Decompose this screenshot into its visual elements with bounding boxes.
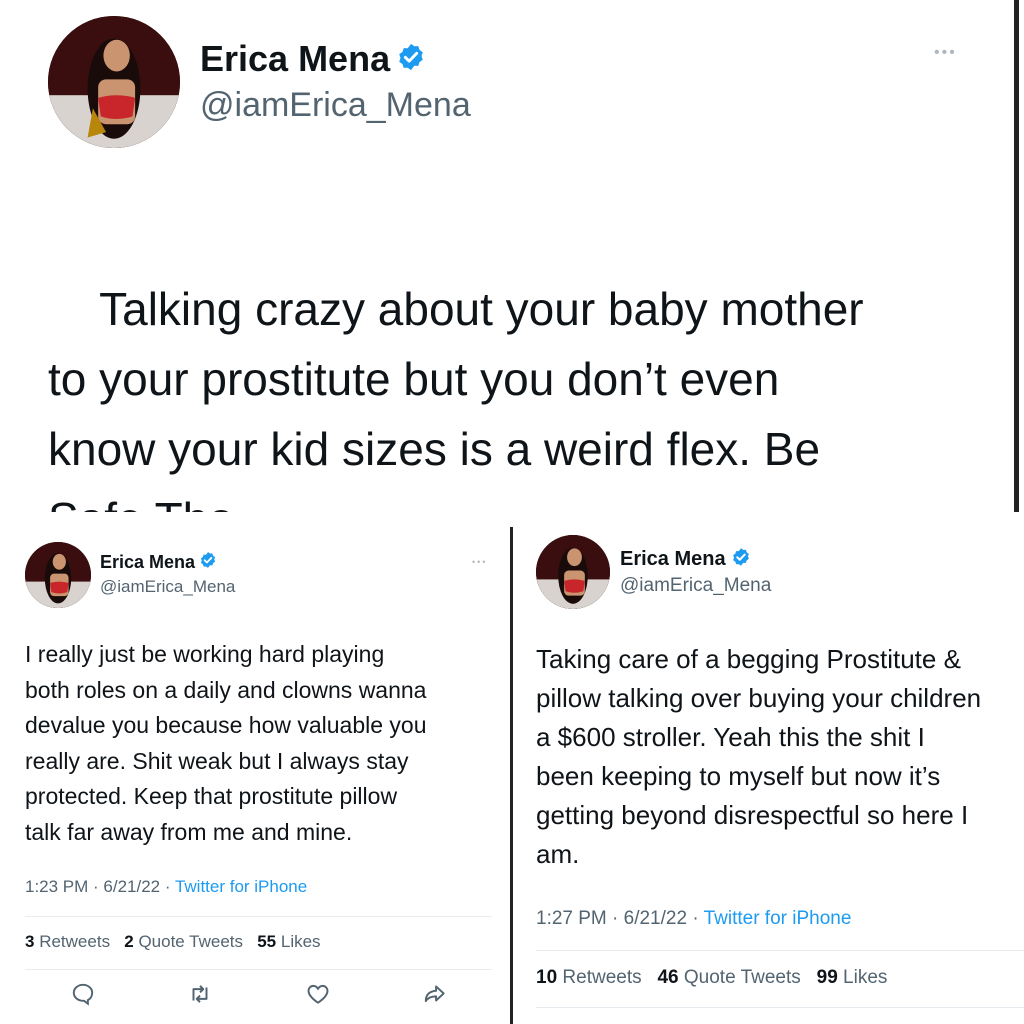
tweet-text: I really just be working hard playing bo… — [25, 641, 427, 845]
profile-photo — [25, 542, 91, 608]
handle[interactable]: @iamErica_Mena — [100, 577, 235, 597]
divider — [536, 950, 1024, 951]
retweets-stat[interactable]: 10 Retweets — [536, 967, 642, 988]
like-icon[interactable] — [305, 981, 331, 1012]
tweet-text-body: Talking crazy about your baby mother to … — [48, 283, 864, 512]
divider — [25, 969, 492, 970]
verified-badge-icon — [199, 551, 217, 574]
tweet-card-left: Erica Mena @iamErica_Mena ••• I really j… — [0, 527, 510, 1024]
separator — [1010, 0, 1024, 512]
handle[interactable]: @iamErica_Mena — [620, 575, 771, 597]
avatar[interactable] — [536, 535, 610, 609]
tweet-text: Talking crazy about your baby mother to … — [48, 204, 978, 512]
tweet-card-top: Erica Mena @iamErica_Mena ••• Talking cr… — [0, 0, 1010, 512]
quote-tweets-stat[interactable]: 2 Quote Tweets — [124, 932, 243, 951]
verified-badge-icon — [731, 547, 751, 572]
source-link[interactable]: Twitter for iPhone — [175, 877, 307, 896]
tweet-timestamp: 1:23 PM · 6/21/22 · Twitter for iPhone — [25, 877, 307, 897]
tweet-card-right: Erica Mena @iamErica_Mena Taking care of… — [516, 515, 1024, 1024]
display-name[interactable]: Erica Mena — [200, 38, 390, 80]
avatar[interactable] — [48, 16, 180, 148]
display-name[interactable]: Erica Mena — [620, 548, 726, 571]
divider — [25, 916, 492, 917]
engagement-stats: 3 Retweets 2 Quote Tweets 55 Likes — [25, 932, 321, 952]
share-icon[interactable] — [422, 981, 448, 1012]
divider — [536, 1007, 1024, 1008]
time-date[interactable]: 1:27 PM · 6/21/22 · — [536, 908, 704, 929]
tweet-text: Taking care of a begging Prostitute & pi… — [536, 644, 982, 869]
more-options-icon[interactable]: ••• — [472, 557, 487, 567]
verified-badge-icon — [396, 42, 426, 77]
profile-photo — [48, 16, 180, 148]
quote-tweets-stat[interactable]: 46 Quote Tweets — [657, 967, 800, 988]
separator — [510, 527, 513, 1024]
profile-photo — [536, 535, 610, 609]
avatar[interactable] — [25, 542, 91, 608]
tweet-timestamp: 1:27 PM · 6/21/22 · Twitter for iPhone — [536, 908, 851, 930]
action-bar — [70, 981, 448, 1012]
engagement-stats: 10 Retweets 46 Quote Tweets 99 Likes — [536, 967, 887, 989]
more-options-icon[interactable]: ••• — [934, 44, 957, 62]
time-date[interactable]: 1:23 PM · 6/21/22 · — [25, 877, 175, 896]
source-link[interactable]: Twitter for iPhone — [704, 908, 852, 929]
display-name[interactable]: Erica Mena — [100, 552, 195, 573]
likes-stat[interactable]: 55 Likes — [257, 932, 320, 951]
likes-stat[interactable]: 99 Likes — [817, 967, 888, 988]
reply-icon[interactable] — [70, 981, 96, 1012]
handle[interactable]: @iamErica_Mena — [200, 86, 471, 125]
retweets-stat[interactable]: 3 Retweets — [25, 932, 110, 951]
retweet-icon[interactable] — [187, 981, 213, 1012]
